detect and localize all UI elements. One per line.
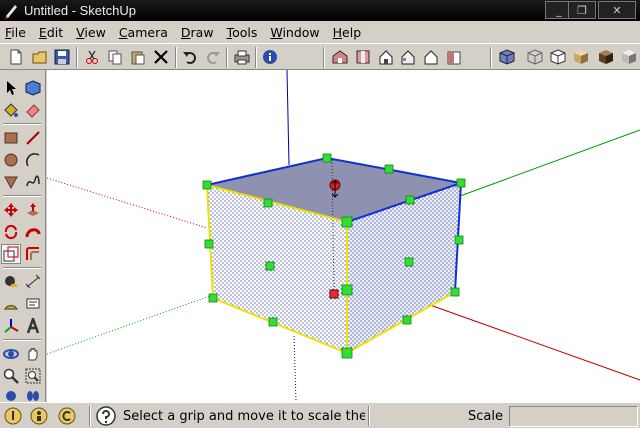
xray-style-icon[interactable] (497, 47, 517, 67)
title-bar: Untitled - SketchUp _ ❐ ✕ (0, 0, 640, 21)
copy-icon[interactable] (105, 47, 125, 67)
hidden-grip (329, 289, 339, 299)
help-icon[interactable] (96, 406, 116, 426)
grip (402, 315, 412, 325)
menu-file[interactable]: File (5, 25, 26, 40)
3d-text-tool[interactable] (23, 316, 43, 336)
circle-tool[interactable] (1, 150, 21, 170)
copyright-icon[interactable] (58, 407, 76, 425)
y-axis-dotted (47, 295, 211, 355)
grip (341, 216, 353, 228)
component-tool[interactable] (23, 78, 43, 98)
z-axis (286, 70, 290, 166)
orbit-tool[interactable] (1, 344, 21, 364)
back-view-icon[interactable] (421, 47, 441, 67)
menu-edit[interactable]: Edit (39, 25, 63, 40)
cut-icon[interactable] (82, 47, 102, 67)
grip (322, 153, 332, 163)
grip (456, 178, 466, 188)
close-button[interactable]: ✕ (598, 1, 636, 19)
geo-location-icon[interactable] (4, 407, 22, 425)
freehand-tool[interactable] (23, 172, 43, 192)
grip (384, 164, 394, 174)
grip (405, 195, 415, 205)
grip (208, 293, 218, 303)
status-message: Select a grip and move it to scale the c (123, 409, 365, 424)
grip (204, 239, 214, 249)
right-view-icon[interactable] (398, 47, 418, 67)
restore-button[interactable]: ❐ (568, 1, 596, 19)
polygon-tool[interactable] (1, 172, 21, 192)
open-icon[interactable] (30, 47, 50, 67)
protractor-tool[interactable] (1, 294, 21, 314)
window-title: Untitled - SketchUp (24, 3, 136, 18)
menu-view[interactable]: View (76, 25, 106, 40)
paste-icon[interactable] (128, 47, 148, 67)
vcb-input[interactable] (509, 406, 638, 427)
x-axis (429, 304, 640, 381)
status-bar: Select a grip and move it to scale the c… (0, 402, 640, 428)
arc-tool[interactable] (23, 150, 43, 170)
line-tool[interactable] (23, 128, 43, 148)
y-axis (459, 129, 640, 197)
x-axis-dotted (47, 177, 208, 229)
shaded-style-icon[interactable] (571, 47, 591, 67)
offset-tool[interactable] (23, 244, 43, 264)
zoom-window-tool[interactable] (23, 366, 43, 386)
model-info-icon[interactable] (260, 47, 280, 67)
grip (263, 198, 273, 208)
save-icon[interactable] (52, 47, 72, 67)
front-view-icon[interactable] (376, 47, 396, 67)
erase-icon[interactable] (151, 47, 171, 67)
select-tool[interactable] (1, 78, 21, 98)
move-tool[interactable] (1, 200, 21, 220)
grip (404, 257, 414, 267)
sketchup-app-icon (5, 4, 17, 19)
tape-measure-tool[interactable] (1, 272, 21, 292)
z-axis-dotted (293, 335, 297, 402)
iso-view-icon[interactable] (330, 47, 350, 67)
dimension-tool[interactable] (23, 272, 43, 292)
shaded-textures-style-icon[interactable] (596, 47, 616, 67)
grip (265, 261, 275, 271)
grip (202, 180, 212, 190)
monochrome-style-icon[interactable] (619, 47, 639, 67)
follow-me-tool[interactable] (23, 222, 43, 242)
axes-tool[interactable] (1, 316, 21, 336)
paint-bucket-tool[interactable] (1, 100, 21, 120)
grip (268, 317, 278, 327)
pan-tool[interactable] (23, 344, 43, 364)
text-tool[interactable] (23, 294, 43, 314)
zoom-tool[interactable] (1, 366, 21, 386)
menu-draw[interactable]: Draw (181, 25, 214, 40)
eraser-tool[interactable] (23, 100, 43, 120)
tools-palette (0, 70, 46, 402)
grip (454, 235, 464, 245)
undo-icon[interactable] (180, 47, 200, 67)
main-toolbar (0, 43, 640, 70)
new-icon[interactable] (6, 47, 26, 67)
grip (450, 287, 460, 297)
vcb-label: Scale (468, 409, 503, 424)
rotate-tool[interactable] (1, 222, 21, 242)
wireframe-style-icon[interactable] (525, 47, 545, 67)
credits-icon[interactable] (30, 407, 48, 425)
redo-icon[interactable] (203, 47, 223, 67)
model-scene (47, 70, 640, 402)
push-pull-tool[interactable] (23, 200, 43, 220)
menu-bar: File Edit View Camera Draw Tools Window … (0, 21, 640, 43)
hidden-line-style-icon[interactable] (548, 47, 568, 67)
grip (341, 284, 353, 296)
menu-camera[interactable]: Camera (119, 25, 168, 40)
left-view-icon[interactable] (444, 47, 464, 67)
menu-window[interactable]: Window (270, 25, 319, 40)
scale-tool[interactable] (1, 244, 21, 264)
print-icon[interactable] (232, 47, 252, 67)
drawing-viewport[interactable] (47, 70, 640, 402)
grip (341, 347, 353, 359)
rectangle-tool[interactable] (1, 128, 21, 148)
top-view-icon[interactable] (353, 47, 373, 67)
menu-help[interactable]: Help (333, 25, 362, 40)
menu-tools[interactable]: Tools (227, 25, 258, 40)
